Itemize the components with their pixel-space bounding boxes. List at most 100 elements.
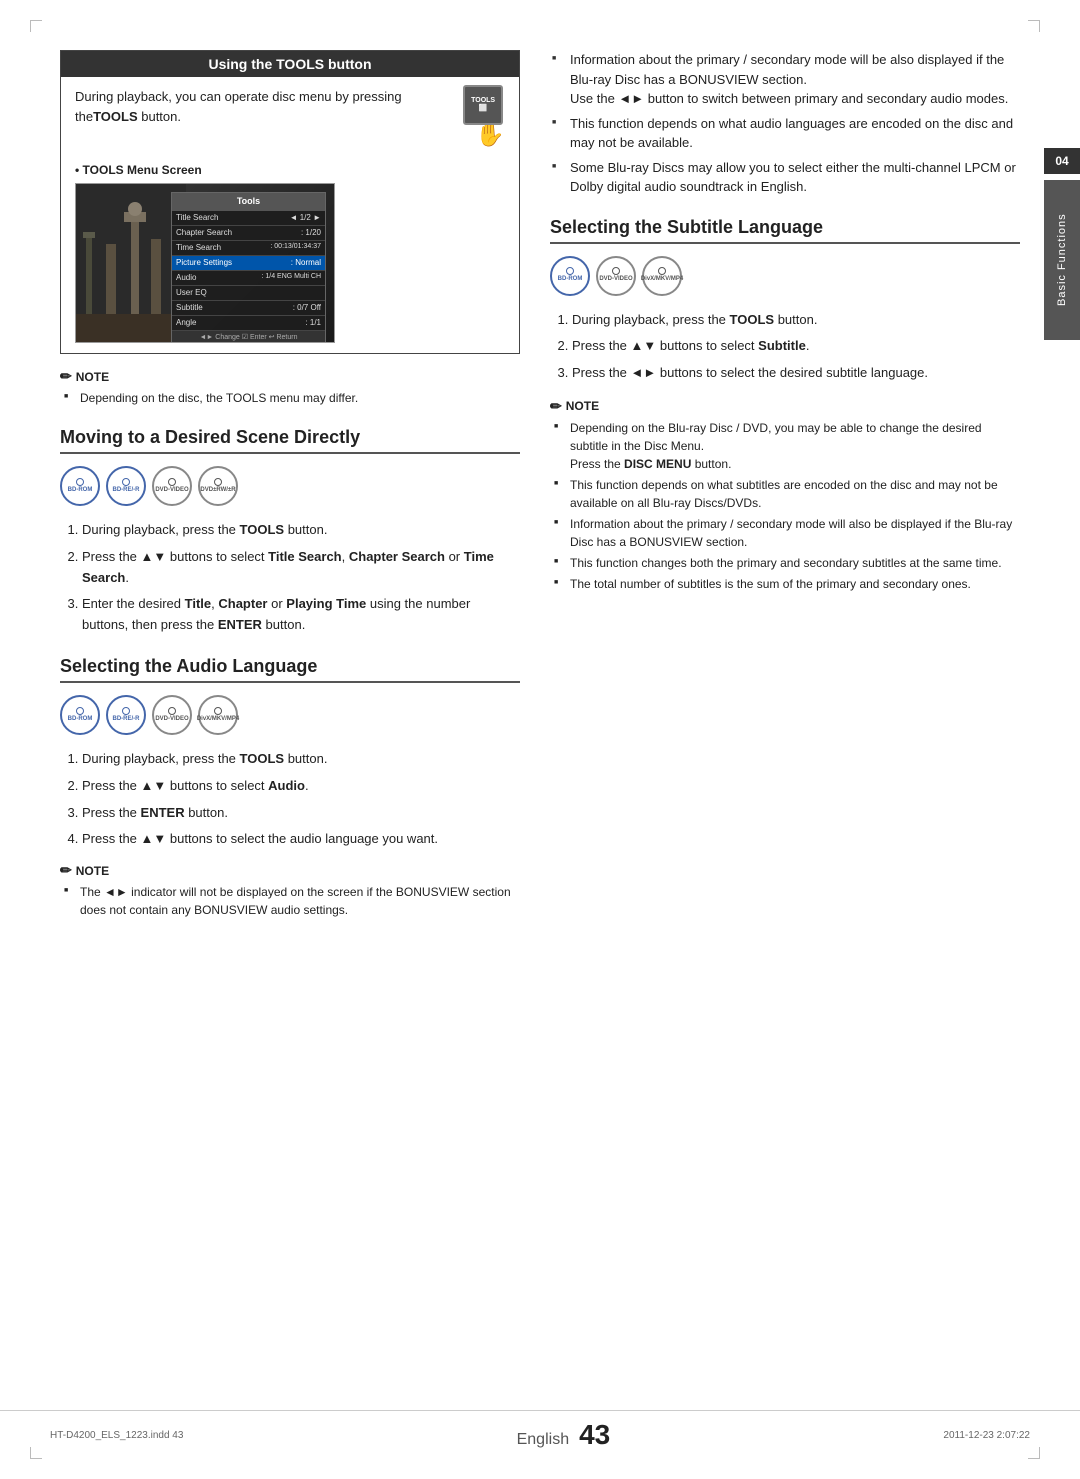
corner-tl: [30, 20, 42, 32]
audio-badge-bd-rom: BD-ROM: [60, 695, 100, 735]
badge-bd-rom: BD-ROM: [60, 466, 100, 506]
moving-step-2: Press the ▲▼ buttons to select Title Sea…: [82, 547, 520, 589]
tools-menu-screen-image: Tools Title Search◄ 1/2 ► Chapter Search…: [75, 183, 335, 343]
audio-badge-divx-label: DivX/MKV/MP4: [197, 716, 239, 723]
audio-step-3: Press the ENTER button.: [82, 803, 520, 824]
audio-badge-bd-re-label: BD-RE/-R: [113, 716, 140, 723]
tools-menu-overlay: Tools Title Search◄ 1/2 ► Chapter Search…: [171, 192, 326, 343]
corner-tr: [1028, 20, 1040, 32]
menu-row-picture: Picture Settings: Normal: [172, 256, 325, 271]
page-number-area: English 43: [517, 1419, 611, 1451]
note-audio-title: ✏ NOTE: [60, 862, 520, 879]
disc-circle: [566, 267, 574, 275]
audio-badge-divx: DivX/MKV/MP4: [198, 695, 238, 735]
subtitle-badge-divx-label: DivX/MKV/MP4: [641, 276, 683, 283]
menu-row-chapter-search: Chapter Search: 1/20: [172, 226, 325, 241]
audio-step-4: Press the ▲▼ buttons to select the audio…: [82, 829, 520, 850]
menu-row-subtitle: Subtitle: 0/7 Off: [172, 301, 325, 316]
audio-bullet-3: Some Blu-ray Discs may allow you to sele…: [550, 158, 1020, 197]
audio-section-header: Selecting the Audio Language: [60, 656, 520, 683]
menu-row-time-search: Time Search: 00:13/01:34:37: [172, 241, 325, 256]
audio-badge-bd-re: BD-RE/-R: [106, 695, 146, 735]
menu-overlay-footer: ◄► Change ☑ Enter ↩ Return: [172, 331, 325, 344]
subtitle-disc-badges: BD-ROM DVD-VIDEO DivX/MKV/MP4: [550, 256, 1020, 296]
footer-left-text: HT-D4200_ELS_1223.indd 43: [50, 1430, 183, 1441]
right-column: Information about the primary / secondar…: [550, 50, 1020, 929]
subtitle-steps-list: During playback, press the TOOLS button.…: [550, 310, 1020, 384]
audio-info-bullets: Information about the primary / secondar…: [550, 50, 1020, 197]
subtitle-badge-bd-rom-label: BD-ROM: [558, 276, 583, 283]
note-subtitle-item-2: This function depends on what subtitles …: [550, 476, 1020, 512]
moving-section-header: Moving to a Desired Scene Directly: [60, 427, 520, 454]
note-tools: ✏ NOTE Depending on the disc, the TOOLS …: [60, 368, 520, 407]
page-container: 04 Basic Functions Using the TOOLS butto…: [0, 0, 1080, 1479]
tools-menu-screen-label: • TOOLS Menu Screen: [75, 161, 505, 179]
content-area: Using the TOOLS button During playback, …: [60, 50, 1020, 929]
note-subtitle-title: ✏ NOTE: [550, 398, 1020, 415]
left-column: Using the TOOLS button During playback, …: [60, 50, 520, 929]
tools-box: Using the TOOLS button During playback, …: [60, 50, 520, 354]
menu-row-audio: Audio: 1/4 ENG Multi CH: [172, 271, 325, 286]
audio-badge-bd-rom-label: BD-ROM: [68, 716, 93, 723]
badge-dvd-video: DVD-VIDEO: [152, 466, 192, 506]
tools-box-header: Using the TOOLS button: [61, 51, 519, 77]
badge-dvdrw: DVD±RW/±R: [198, 466, 238, 506]
tools-box-content: During playback, you can operate disc me…: [61, 77, 519, 353]
note-audio-item-1: The ◄► indicator will not be displayed o…: [60, 883, 520, 919]
disc-circle: [658, 267, 666, 275]
note-audio: ✏ NOTE The ◄► indicator will not be disp…: [60, 862, 520, 919]
note-tools-item-1: Depending on the disc, the TOOLS menu ma…: [60, 389, 520, 407]
subtitle-badge-divx: DivX/MKV/MP4: [642, 256, 682, 296]
menu-row-user-eq: User EQ: [172, 286, 325, 301]
menu-overlay-title: Tools: [172, 193, 325, 211]
moving-step-1: During playback, press the TOOLS button.: [82, 520, 520, 541]
audio-badge-dvd: DVD-VIDEO: [152, 695, 192, 735]
disc-circle: [76, 707, 84, 715]
note-subtitle-item-4: This function changes both the primary a…: [550, 554, 1020, 572]
subtitle-step-1: During playback, press the TOOLS button.: [572, 310, 1020, 331]
subtitle-badge-dvd: DVD-VIDEO: [596, 256, 636, 296]
page-footer: HT-D4200_ELS_1223.indd 43 English 43 201…: [0, 1410, 1080, 1451]
badge-bd-rom-label: BD-ROM: [68, 487, 93, 494]
subtitle-step-2: Press the ▲▼ buttons to select Subtitle.: [572, 336, 1020, 357]
badge-dvd-video-label: DVD-VIDEO: [155, 487, 188, 494]
moving-disc-badges: BD-ROM BD-RE/-R DVD-VIDEO DVD±RW/±R: [60, 466, 520, 506]
footer-right-text: 2011-12-23 2:07:22: [943, 1430, 1030, 1441]
badge-dvdrw-label: DVD±RW/±R: [200, 487, 235, 494]
disc-circle: [214, 707, 222, 715]
moving-steps-list: During playback, press the TOOLS button.…: [60, 520, 520, 636]
audio-steps-list: During playback, press the TOOLS button.…: [60, 749, 520, 850]
badge-bd-re: BD-RE/-R: [106, 466, 146, 506]
note-subtitle-item-1: Depending on the Blu-ray Disc / DVD, you…: [550, 419, 1020, 473]
note-subtitle-item-3: Information about the primary / secondar…: [550, 515, 1020, 551]
pencil-icon-3: ✏: [550, 398, 562, 415]
chapter-number: 04: [1044, 148, 1080, 174]
disc-circle: [122, 707, 130, 715]
tools-intro-text: During playback, you can operate disc me…: [75, 87, 453, 126]
page-number-label: English: [517, 1431, 569, 1449]
disc-circle: [168, 478, 176, 486]
pencil-icon-2: ✏: [60, 862, 72, 879]
audio-bullet-2: This function depends on what audio lang…: [550, 114, 1020, 153]
subtitle-section-header: Selecting the Subtitle Language: [550, 217, 1020, 244]
subtitle-step-3: Press the ◄► buttons to select the desir…: [572, 363, 1020, 384]
subtitle-badge-bd-rom: BD-ROM: [550, 256, 590, 296]
note-subtitle-item-5: The total number of subtitles is the sum…: [550, 575, 1020, 593]
audio-step-2: Press the ▲▼ buttons to select Audio.: [82, 776, 520, 797]
audio-bullet-1: Information about the primary / secondar…: [550, 50, 1020, 109]
disc-circle: [76, 478, 84, 486]
pencil-icon: ✏: [60, 368, 72, 385]
note-subtitle: ✏ NOTE Depending on the Blu-ray Disc / D…: [550, 398, 1020, 593]
disc-circle: [612, 267, 620, 275]
disc-circle: [122, 478, 130, 486]
audio-badge-dvd-label: DVD-VIDEO: [155, 716, 188, 723]
moving-step-3: Enter the desired Title, Chapter or Play…: [82, 594, 520, 636]
menu-row-title-search: Title Search◄ 1/2 ►: [172, 211, 325, 226]
audio-disc-badges: BD-ROM BD-RE/-R DVD-VIDEO DivX/MKV/MP4: [60, 695, 520, 735]
menu-row-angle: Angle: 1/1: [172, 316, 325, 331]
disc-circle: [214, 478, 222, 486]
chapter-title: Basic Functions: [1044, 180, 1080, 340]
background-scene: [76, 184, 186, 343]
page-number: 43: [579, 1419, 610, 1451]
audio-step-1: During playback, press the TOOLS button.: [82, 749, 520, 770]
